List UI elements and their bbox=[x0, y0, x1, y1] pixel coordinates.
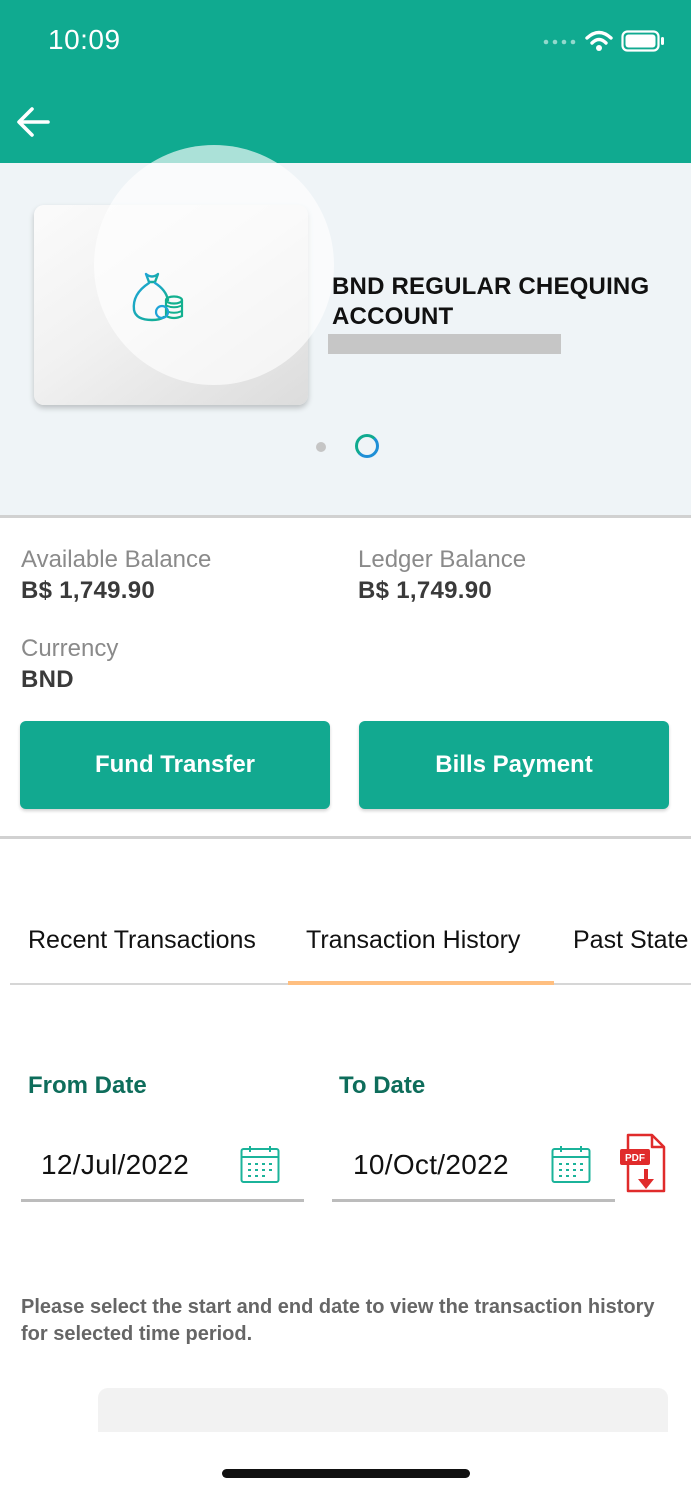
signal-icon bbox=[543, 39, 576, 45]
fund-transfer-button[interactable]: Fund Transfer bbox=[20, 721, 330, 809]
bills-payment-button[interactable]: Bills Payment bbox=[359, 721, 669, 809]
pdf-download-icon[interactable]: PDF bbox=[620, 1133, 666, 1195]
carousel-dot[interactable] bbox=[316, 442, 326, 452]
account-name: BND REGULAR CHEQUING ACCOUNT bbox=[332, 273, 650, 330]
tab-recent-transactions[interactable]: Recent Transactions bbox=[28, 926, 256, 955]
tab-past-statements[interactable]: Past State bbox=[573, 926, 688, 955]
status-indicators bbox=[543, 30, 665, 52]
tab-transaction-history[interactable]: Transaction History bbox=[306, 926, 520, 955]
currency-value: BND bbox=[21, 666, 74, 693]
back-arrow-icon[interactable] bbox=[14, 104, 54, 140]
ledger-balance-label: Ledger Balance bbox=[358, 546, 527, 573]
available-balance-value: B$ 1,749.90 bbox=[21, 577, 156, 604]
section-divider bbox=[0, 515, 691, 518]
from-date-field[interactable]: 12/Jul/2022 bbox=[41, 1149, 189, 1181]
results-panel bbox=[98, 1388, 668, 1432]
to-date-underline bbox=[332, 1199, 615, 1202]
to-date-label: To Date bbox=[339, 1072, 426, 1099]
account-number-redacted bbox=[328, 334, 561, 354]
home-indicator[interactable] bbox=[222, 1469, 470, 1478]
active-tab-indicator bbox=[288, 981, 554, 985]
from-date-underline bbox=[21, 1199, 304, 1202]
battery-icon bbox=[621, 30, 664, 52]
wifi-icon bbox=[585, 30, 613, 51]
carousel-dot-active[interactable] bbox=[355, 434, 379, 458]
to-date-field[interactable]: 10/Oct/2022 bbox=[353, 1149, 509, 1181]
status-time: 10:09 bbox=[48, 24, 121, 55]
currency-label: Currency bbox=[21, 635, 119, 662]
date-selection-hint: Please select the start and end date to … bbox=[21, 1296, 655, 1345]
section-divider bbox=[0, 836, 691, 839]
pdf-label: PDF bbox=[625, 1153, 645, 1164]
ledger-balance-value: B$ 1,749.90 bbox=[358, 577, 493, 604]
from-date-label: From Date bbox=[28, 1072, 147, 1099]
calendar-icon[interactable] bbox=[240, 1146, 280, 1184]
available-balance-label: Available Balance bbox=[21, 546, 212, 573]
calendar-icon[interactable] bbox=[551, 1146, 591, 1184]
money-bag-icon bbox=[132, 272, 184, 322]
